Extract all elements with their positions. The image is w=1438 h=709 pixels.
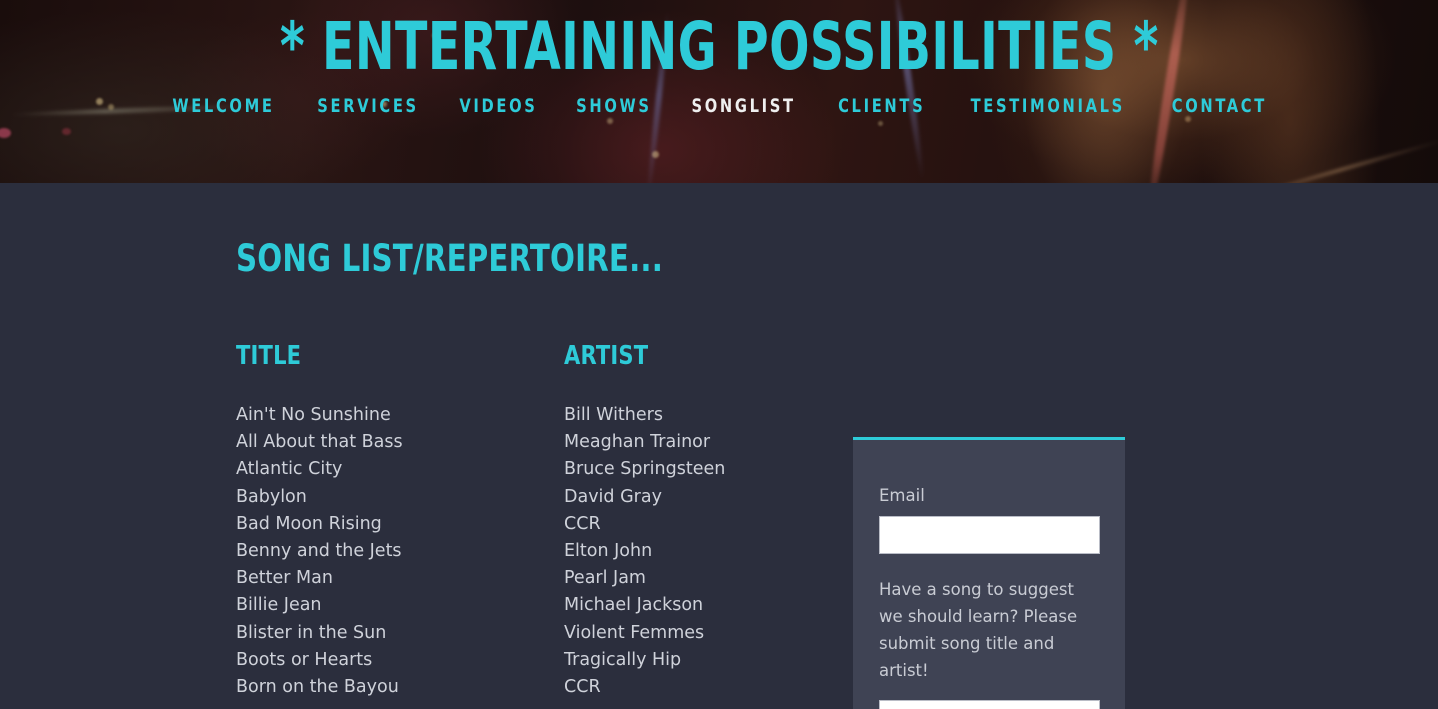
table-row: Benny and the Jets Elton John	[236, 538, 836, 565]
table-row: Bad Moon Rising CCR	[236, 511, 836, 538]
table-row: All About that Bass Meaghan Trainor	[236, 429, 836, 456]
song-artist-cell: Pearl Jam	[564, 568, 646, 589]
table-header-row: TITLE ARTIST	[236, 343, 836, 369]
song-artist-cell: Bill Withers	[564, 405, 663, 425]
song-artist-cell: Tragically Hip	[564, 649, 682, 670]
song-title-cell: Born on the Bayou	[236, 677, 399, 698]
suggestion-help-text: Have a song to suggest we should learn? …	[879, 579, 1078, 680]
table-row: Boots or Hearts Tragically Hip	[236, 647, 836, 674]
nav-item-services[interactable]: SERVICES	[306, 95, 430, 117]
song-artist-cell: Michael Jackson	[564, 595, 704, 616]
site-title: * ENTERTAINING POSSIBILITIES *	[279, 8, 1159, 85]
song-artist-cell: David Gray	[564, 486, 662, 507]
song-suggestion-field[interactable]	[879, 699, 1100, 709]
column-header-title: TITLE	[236, 341, 302, 371]
song-title-cell: Blister in the Sun	[236, 622, 387, 643]
page-body: SONG LIST/REPERTOIRE... TITLE ARTIST Ain…	[0, 183, 1438, 709]
song-title-cell: Better Man	[236, 568, 333, 589]
table-row: Atlantic City Bruce Springsteen	[236, 456, 836, 483]
song-title-cell: Benny and the Jets	[236, 541, 402, 562]
song-title-cell: Ain't No Sunshine	[236, 405, 391, 425]
nav-item-shows[interactable]: SHOWS	[565, 95, 663, 117]
song-artist-cell: Elton John	[564, 541, 653, 562]
table-row: Billie Jean Michael Jackson	[236, 592, 836, 619]
nav-item-songlist[interactable]: SONGLIST	[681, 95, 808, 117]
table-body: Ain't No Sunshine Bill Withers All About t…	[236, 402, 836, 701]
song-title-cell: Boots or Hearts	[236, 649, 373, 670]
nav-item-videos[interactable]: VIDEOS	[448, 95, 549, 117]
table-row: Babylon David Gray	[236, 484, 836, 511]
table-row: Blister in the Sun Violent Femmes	[236, 620, 836, 647]
song-title-cell: All About that Bass	[236, 432, 403, 453]
song-title-cell: Billie Jean	[236, 595, 322, 616]
page-title: SONG LIST/REPERTOIRE...	[236, 237, 664, 280]
table-row: Born on the Bayou CCR	[236, 674, 836, 701]
nav-item-contact[interactable]: CONTACT	[1160, 95, 1278, 117]
email-label: Email	[879, 486, 925, 505]
main-navigation: WELCOME SERVICES VIDEOS SHOWS SONGLIST C…	[151, 95, 1288, 117]
song-list-table: TITLE ARTIST Ain't No Sunshine Bill Withe…	[236, 343, 836, 701]
email-field[interactable]	[879, 515, 1100, 554]
song-artist-cell: CCR	[564, 513, 601, 534]
song-artist-cell: Violent Femmes	[564, 622, 705, 643]
song-artist-cell: CCR	[564, 677, 601, 698]
hero-banner: * ENTERTAINING POSSIBILITIES * WELCOME S…	[0, 0, 1438, 183]
song-suggestion-form: Email Have a song to suggest we should l…	[853, 437, 1125, 709]
song-artist-cell: Bruce Springsteen	[564, 459, 726, 480]
column-header-artist: ARTIST	[564, 341, 649, 371]
song-artist-cell: Meaghan Trainor	[564, 432, 711, 453]
song-title-cell: Bad Moon Rising	[236, 513, 382, 534]
table-row: Ain't No Sunshine Bill Withers	[236, 402, 836, 429]
nav-item-clients[interactable]: CLIENTS	[827, 95, 937, 117]
table-row: Better Man Pearl Jam	[236, 565, 836, 592]
song-title-cell: Atlantic City	[236, 459, 343, 480]
nav-item-testimonials[interactable]: TESTIMONIALS	[959, 95, 1136, 117]
song-title-cell: Babylon	[236, 486, 307, 507]
nav-item-welcome[interactable]: WELCOME	[161, 95, 286, 117]
